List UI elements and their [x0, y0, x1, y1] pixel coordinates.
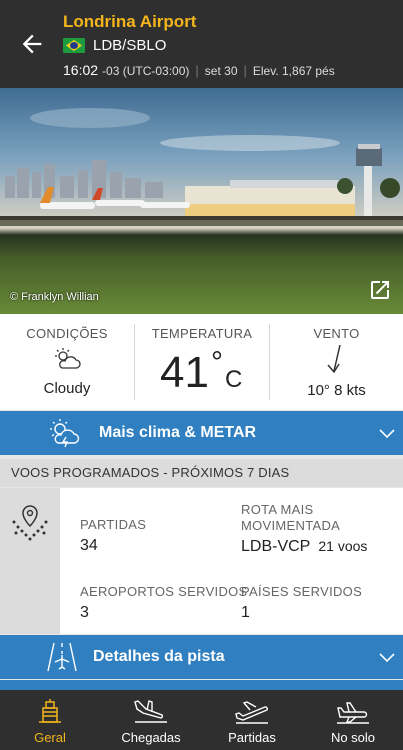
separator: |	[243, 63, 247, 78]
temperature-degree: °	[211, 346, 223, 379]
ground-plane-icon	[337, 702, 369, 724]
nav-label-on-ground: No solo	[330, 730, 376, 745]
condition-label: CONDIÇÕES	[26, 326, 108, 341]
nav-label-arrivals: Chegadas	[121, 730, 181, 745]
departures-label: PARTIDAS	[80, 517, 147, 532]
scheduled-flights-heading: VOOS PROGRAMADOS - PRÓXIMOS 7 DIAS	[0, 459, 403, 487]
nav-tab-general[interactable]: Geral	[0, 690, 100, 750]
departures-stat: PARTIDAS 34	[80, 517, 146, 555]
nav-tab-on-ground[interactable]: No solo	[303, 690, 403, 750]
airport-photo[interactable]: © Franklyn Willian	[0, 88, 403, 314]
busiest-route-value: LDB-VCP 21 voos	[241, 538, 367, 556]
airport-photo-illustration	[0, 108, 403, 226]
airport-code-row: LDB/SBLO	[63, 37, 166, 54]
airports-served-label: AEROPORTOS SERVIDOS	[80, 584, 248, 599]
bottom-navigation: Geral Chegadas Partidas No solo	[0, 690, 403, 750]
separator: |	[195, 63, 199, 78]
scheduled-flights-stats: PARTIDAS 34 ROTA MAIS MOVIMENTADA LDB-VC…	[0, 488, 403, 634]
busiest-route-count: 21 voos	[318, 538, 368, 554]
arrival-plane-icon	[134, 700, 167, 723]
busiest-route-label-line2: MOVIMENTADA	[241, 518, 341, 533]
busiest-route: LDB-VCP	[241, 538, 311, 555]
weather-metar-label: Mais clima & METAR	[99, 424, 257, 441]
airport-code: LDB/SBLO	[93, 37, 167, 54]
chevron-down-icon	[379, 429, 395, 439]
scheduled-flights-title: VOOS PROGRAMADOS - PRÓXIMOS 7 DIAS	[11, 465, 290, 480]
photo-credit: © Franklyn Willian	[10, 291, 99, 303]
chevron-down-icon	[379, 653, 395, 663]
wind-column: VENTO 10° 8 kts	[270, 314, 403, 410]
airport-icon	[39, 699, 61, 723]
busiest-route-stat: ROTA MAIS MOVIMENTADA LDB-VCP 21 voos	[241, 502, 367, 556]
back-arrow-icon[interactable]	[18, 30, 46, 58]
nav-label-departures: Partidas	[228, 730, 276, 745]
airport-info-row: 16:02 -03 (UTC-03:00) | set 30 | Elev. 1…	[63, 62, 335, 78]
wind-value: 10° 8 kts	[307, 382, 366, 399]
open-external-icon[interactable]	[368, 278, 392, 302]
nav-tab-departures[interactable]: Partidas	[202, 690, 302, 750]
countries-served-label: PAÍSES SERVIDOS	[241, 584, 363, 599]
wind-label: VENTO	[313, 326, 360, 341]
wind-direction-arrow-icon	[326, 344, 341, 374]
weather-conditions: CONDIÇÕES Cloudy TEMPERATURA 41 ° C VENT…	[0, 314, 403, 410]
airports-served-stat: AEROPORTOS SERVIDOS 3	[80, 584, 248, 622]
cloudy-sun-icon	[55, 348, 81, 369]
countries-served-value: 1	[241, 604, 250, 621]
timezone: -03 (UTC-03:00)	[102, 64, 190, 78]
airport-title: Londrina Airport	[63, 12, 197, 31]
local-date: set 30	[204, 64, 238, 78]
temperature-label: TEMPERATURA	[151, 326, 253, 341]
route-pin-icon	[12, 505, 48, 541]
stats-sidebar	[0, 488, 60, 634]
next-section-bar[interactable]	[0, 680, 403, 690]
countries-served-stat: PAÍSES SERVIDOS 1	[241, 584, 362, 622]
weather-metar-bar[interactable]: Mais clima & METAR	[0, 411, 403, 455]
departures-value: 34	[80, 537, 98, 554]
temperature-unit: C	[225, 366, 243, 393]
local-time: 16:02	[63, 62, 99, 78]
airport-screen: Londrina Airport LDB/SBLO 16:02 -03 (UTC…	[0, 0, 403, 750]
condition-value: Cloudy	[43, 380, 91, 397]
runway-icon	[47, 642, 77, 672]
temperature-column: TEMPERATURA 41 ° C	[135, 314, 269, 410]
brazil-flag-icon	[63, 38, 85, 53]
nav-tab-arrivals[interactable]: Chegadas	[101, 690, 201, 750]
condition-column: CONDIÇÕES Cloudy	[0, 314, 134, 410]
busiest-route-label-line1: ROTA MAIS	[241, 502, 314, 517]
departure-plane-icon	[235, 701, 268, 724]
nav-label-general: Geral	[34, 730, 66, 745]
elevation: Elev. 1,867 pés	[252, 64, 335, 78]
runway-details-label: Detalhes da pista	[93, 648, 225, 665]
runway-details-bar[interactable]: Detalhes da pista	[0, 635, 403, 679]
airports-served-value: 3	[80, 604, 89, 621]
weather-storm-icon	[50, 419, 80, 448]
app-header: Londrina Airport LDB/SBLO 16:02 -03 (UTC…	[0, 0, 403, 88]
temperature-value: 41	[160, 348, 209, 397]
